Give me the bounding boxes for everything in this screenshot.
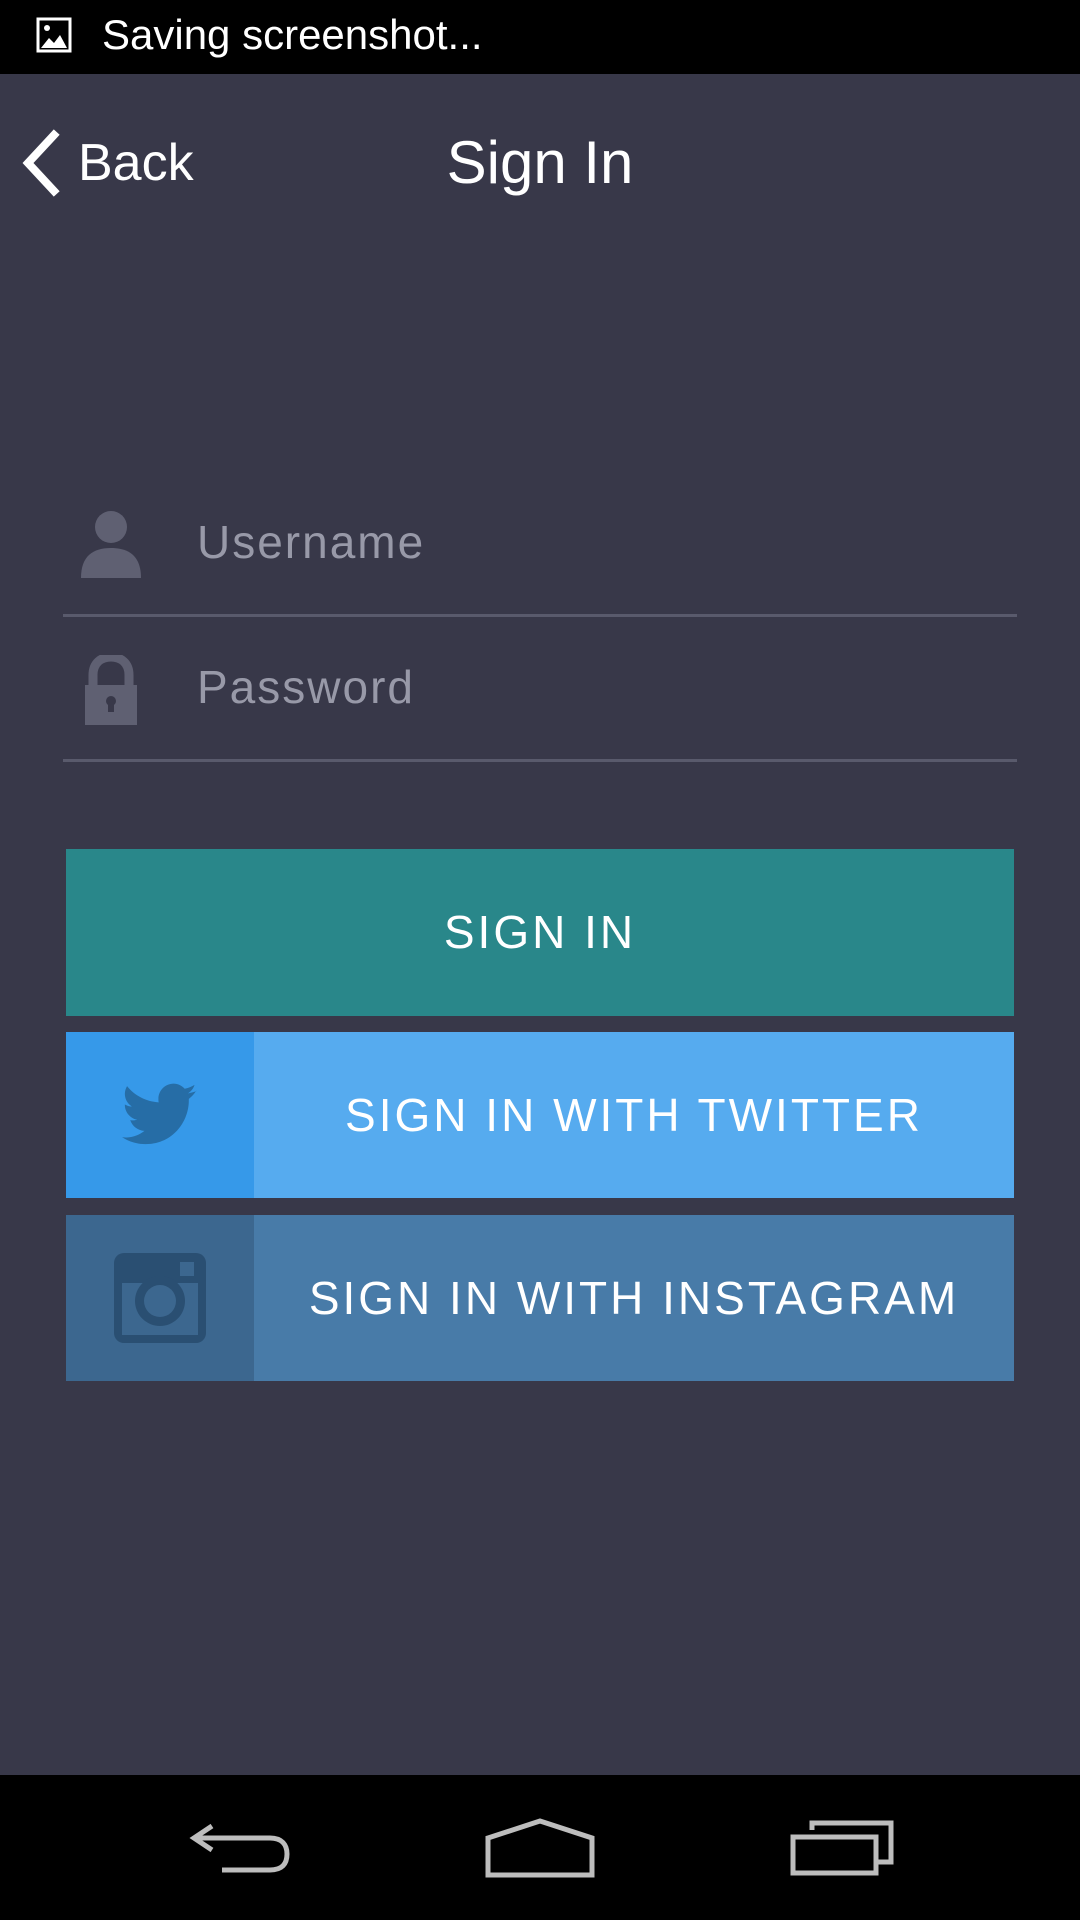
sign-in-button[interactable]: SIGN IN (66, 849, 1014, 1016)
home-nav-button[interactable] (450, 1775, 630, 1920)
twitter-sign-in-label: SIGN IN WITH TWITTER (345, 1089, 923, 1141)
password-field (63, 615, 1017, 762)
image-icon (36, 17, 72, 53)
sign-in-screen: Saving screenshot... Back Sign In SIGN I… (0, 0, 1080, 1920)
instagram-icon-panel (66, 1215, 254, 1381)
user-icon (81, 511, 141, 578)
status-bar: Saving screenshot... (0, 0, 1080, 74)
instagram-sign-in-button[interactable]: SIGN IN WITH INSTAGRAM (66, 1215, 1014, 1381)
recents-nav-button[interactable] (752, 1775, 932, 1920)
sign-in-label: SIGN IN (443, 906, 637, 958)
back-nav-button[interactable] (150, 1775, 330, 1920)
chevron-left-icon (22, 129, 60, 197)
username-field (63, 470, 1017, 617)
lock-icon (85, 655, 137, 725)
back-button[interactable]: Back (18, 118, 194, 208)
recents-nav-icon (790, 1820, 894, 1875)
back-nav-icon (189, 1823, 290, 1872)
instagram-sign-in-label: SIGN IN WITH INSTAGRAM (308, 1272, 960, 1324)
username-input[interactable] (197, 470, 997, 614)
home-nav-icon (485, 1817, 595, 1877)
status-notification-text: Saving screenshot... (102, 11, 483, 58)
instagram-icon (114, 1253, 206, 1343)
twitter-icon (122, 1083, 197, 1145)
navigation-bar (0, 1775, 1080, 1920)
password-input[interactable] (197, 615, 997, 759)
twitter-sign-in-button[interactable]: SIGN IN WITH TWITTER (66, 1032, 1014, 1198)
twitter-icon-panel (66, 1032, 254, 1198)
back-label: Back (78, 134, 194, 192)
